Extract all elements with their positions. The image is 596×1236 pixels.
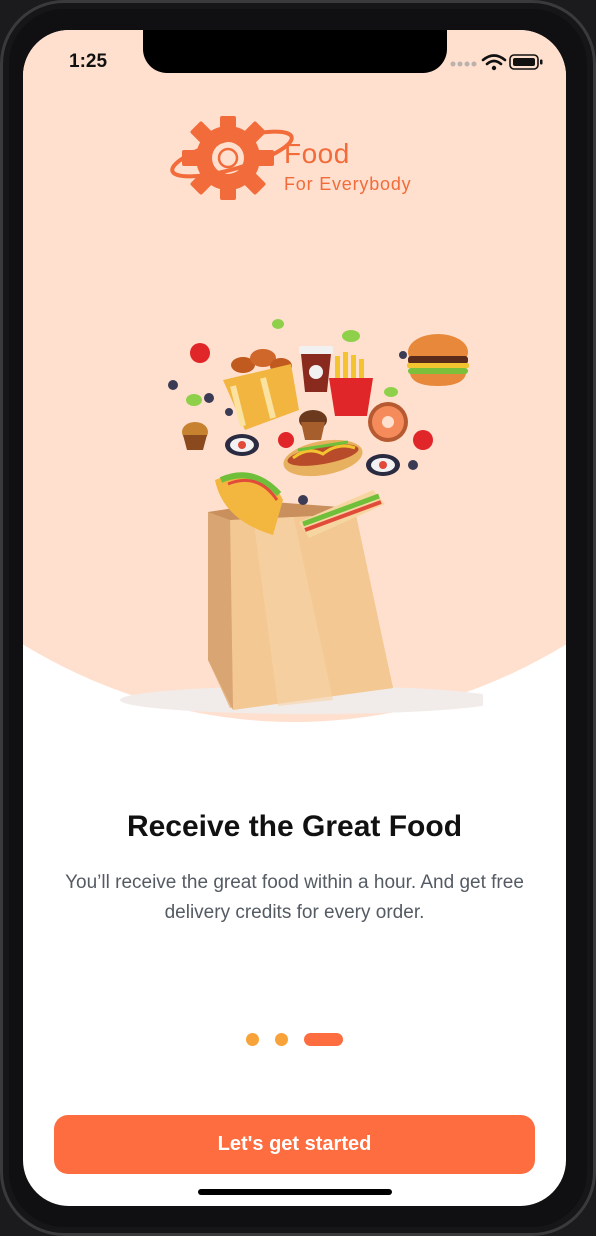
get-started-button[interactable]: Let's get started	[54, 1115, 535, 1174]
onboarding-description: You’ll receive the great food within a h…	[65, 872, 524, 923]
status-icons	[450, 54, 543, 71]
food-bag-illustration	[120, 319, 483, 714]
app-logo: Food For Everybody	[168, 114, 438, 204]
burger-icon	[407, 334, 469, 386]
wifi-icon	[481, 54, 507, 66]
app-screen: 1:25 Food For Everybody Receive the Grea…	[23, 30, 566, 1206]
logo-title: Food	[284, 138, 350, 169]
page-dot[interactable]	[275, 1033, 288, 1046]
page-indicator	[23, 1033, 566, 1046]
home-indicator[interactable]	[198, 1189, 392, 1195]
cellular-signal-icon	[450, 61, 477, 67]
status-time: 1:25	[69, 51, 108, 72]
fries-icon	[329, 352, 373, 416]
gear-planet-icon	[170, 116, 294, 200]
logo-subtitle: For Everybody	[284, 174, 412, 194]
donut-icon	[368, 402, 408, 442]
device-notch	[143, 30, 447, 73]
onboarding-title: Receive the Great Food	[126, 810, 463, 843]
battery-icon	[509, 54, 543, 70]
page-dot[interactable]	[246, 1033, 259, 1046]
chicken-bucket-icon	[223, 349, 299, 430]
coffee-cup-icon	[299, 346, 333, 392]
page-dot-active[interactable]	[304, 1033, 343, 1046]
phone-frame: 1:25 Food For Everybody Receive the Grea…	[0, 0, 596, 1236]
